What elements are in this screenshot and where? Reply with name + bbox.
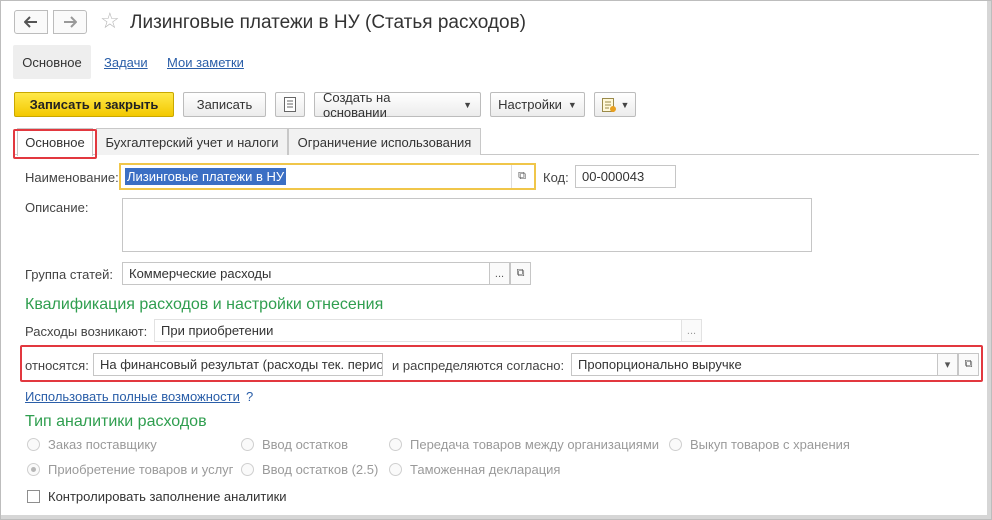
group-input[interactable]: Коммерческие расходы <box>122 262 490 285</box>
arise-label: Расходы возникают: <box>25 324 148 339</box>
tab-restrictions[interactable]: Ограничение использования <box>288 128 481 155</box>
group-label: Группа статей: <box>25 267 113 282</box>
radio-label: Выкуп товаров с хранения <box>690 437 850 452</box>
radio-purchase-goods[interactable]: Приобретение товаров и услуг <box>27 462 233 477</box>
chevron-down-icon: ▼ <box>567 99 577 110</box>
name-value: Лизинговые платежи в НУ <box>125 168 287 185</box>
radio-label: Заказ поставщику <box>48 437 157 452</box>
code-input[interactable]: 00-000043 <box>575 165 676 188</box>
forward-button[interactable] <box>53 10 87 34</box>
radio-label: Ввод остатков (2.5) <box>262 462 379 477</box>
name-label: Наименование: <box>25 170 119 185</box>
radio-circle <box>241 463 254 476</box>
save-close-button[interactable]: Записать и закрыть <box>14 92 174 117</box>
checkbox-box <box>27 490 40 503</box>
radio-label: Приобретение товаров и услуг <box>48 462 234 477</box>
arrow-right-icon <box>64 16 77 28</box>
code-label: Код: <box>543 170 569 185</box>
radio-circle <box>389 463 402 476</box>
full-features-link[interactable]: Использовать полные возможности <box>25 389 240 404</box>
chevron-down-icon: ▼ <box>463 99 472 110</box>
document-list-button[interactable] <box>275 92 305 117</box>
radio-opening-balance[interactable]: Ввод остатков <box>241 437 348 452</box>
star-icon[interactable]: ☆ <box>100 8 120 34</box>
control-analytics-checkbox[interactable]: Контролировать заполнение аналитики <box>27 489 287 504</box>
tab-accounting[interactable]: Бухгалтерский учет и налоги <box>96 128 288 155</box>
chevron-down-icon: ▼ <box>620 99 630 110</box>
radio-label: Передача товаров между организациями <box>410 437 660 452</box>
radio-order-supplier[interactable]: Заказ поставщику <box>27 437 157 452</box>
radio-opening-balance-25[interactable]: Ввод остатков (2.5) <box>241 462 378 477</box>
radio-circle <box>241 438 254 451</box>
page-title: Лизинговые платежи в НУ (Статья расходов… <box>130 12 526 33</box>
radio-circle <box>669 438 682 451</box>
form-window: ☆ Лизинговые платежи в НУ (Статья расход… <box>0 0 992 520</box>
report-icon <box>601 97 616 112</box>
link-notes[interactable]: Мои заметки <box>167 55 244 70</box>
arise-choose-button[interactable]: ... <box>681 319 702 342</box>
radio-label: Таможенная декларация <box>410 462 561 477</box>
reports-button[interactable]: ▼ <box>594 92 636 117</box>
name-input[interactable]: Лизинговые платежи в НУ <box>119 163 536 190</box>
open-icon[interactable]: ⧉ <box>511 165 532 188</box>
arise-input[interactable]: При приобретении <box>154 319 682 342</box>
list-icon <box>284 97 296 112</box>
radio-transfer-goods[interactable]: Передача товаров между организациями <box>389 437 659 452</box>
checkbox-label: Контролировать заполнение аналитики <box>48 489 287 504</box>
create-based-label: Создать на основании <box>323 89 391 120</box>
analytics-section-title: Тип аналитики расходов <box>25 413 207 430</box>
radio-label: Ввод остатков <box>262 437 348 452</box>
radio-circle <box>389 438 402 451</box>
settings-label: Настройки <box>498 97 562 112</box>
link-tasks[interactable]: Задачи <box>104 55 148 70</box>
help-icon[interactable]: ? <box>246 389 253 404</box>
back-button[interactable] <box>14 10 48 34</box>
save-button[interactable]: Записать <box>183 92 266 117</box>
description-label: Описание: <box>25 200 89 215</box>
highlight-tab-main <box>13 129 97 159</box>
open-icon[interactable]: ⧉ <box>510 262 531 285</box>
create-based-button[interactable]: Создать на основании ▼ <box>314 89 481 120</box>
radio-circle <box>27 463 40 476</box>
description-textarea[interactable] <box>122 198 812 252</box>
radio-circle <box>27 438 40 451</box>
arrow-left-icon <box>24 16 37 28</box>
group-choose-button[interactable]: ... <box>489 262 510 285</box>
radio-buyout-storage[interactable]: Выкуп товаров с хранения <box>669 437 850 452</box>
qualification-section-title: Квалификация расходов и настройки отнесе… <box>25 296 384 313</box>
radio-customs-declaration[interactable]: Таможенная декларация <box>389 462 560 477</box>
link-main[interactable]: Основное <box>13 45 91 79</box>
settings-button[interactable]: Настройки ▼ <box>490 92 585 117</box>
highlight-distribution-row <box>20 345 983 382</box>
